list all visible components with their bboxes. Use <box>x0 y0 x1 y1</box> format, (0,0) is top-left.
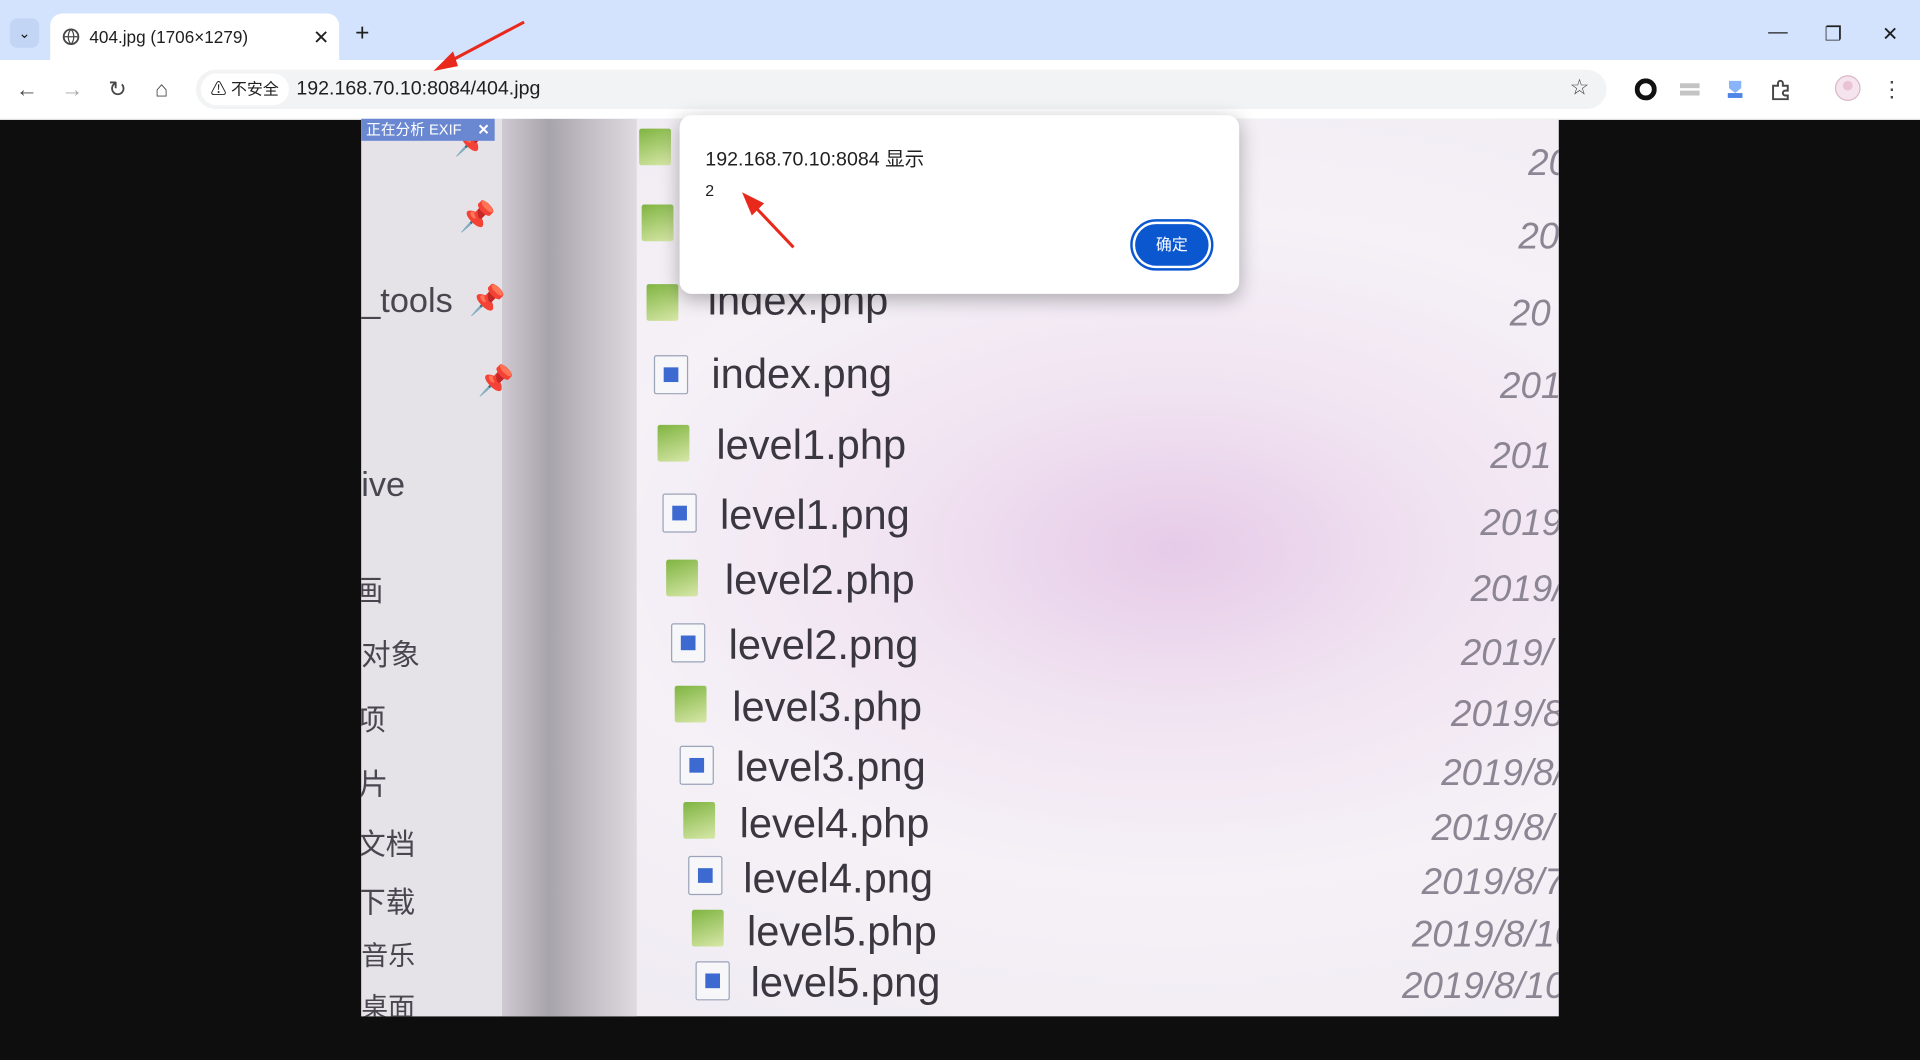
alert-dialog: 192.168.70.10:8084 显示 2 确定 <box>679 115 1240 294</box>
pin-icon: 📌 <box>468 284 506 318</box>
png-file-icon <box>688 855 723 896</box>
file-name: index.png <box>711 351 893 398</box>
tab-title: 404.jpg (1706×1279) <box>89 26 249 47</box>
file-name: level1.php <box>716 422 907 469</box>
photo-side-label: 画 <box>361 567 383 610</box>
reload-button[interactable]: ↻ <box>103 75 132 104</box>
pin-icon: 📌 <box>477 364 515 398</box>
file-name: level1.png <box>720 492 910 539</box>
file-name: level3.php <box>732 684 923 732</box>
photo-side-label: ive <box>361 465 406 504</box>
file-date: 2019/ <box>1470 569 1559 610</box>
home-button[interactable]: ⌂ <box>147 75 176 104</box>
php-file-icon <box>666 559 698 597</box>
extensions-puzzle-icon[interactable] <box>1769 78 1791 101</box>
file-date: 2019 <box>1480 503 1559 544</box>
photo-side-label: 片 <box>361 768 389 803</box>
png-file-icon <box>695 961 730 1001</box>
file-date: 2019/8/ <box>1441 753 1559 794</box>
minimize-button[interactable]: — <box>1768 22 1788 44</box>
photo-side-label: 项 <box>361 696 385 739</box>
png-file-icon <box>679 745 714 785</box>
globe-icon <box>62 28 80 46</box>
php-file-icon <box>691 909 724 947</box>
security-chip[interactable]: ⚠ 不安全 <box>200 73 289 106</box>
php-file-icon <box>639 128 672 166</box>
tab-close-icon[interactable]: ✕ <box>313 26 329 50</box>
exif-badge: 正在分析 EXIF ✕ <box>361 118 495 141</box>
extension-record-icon[interactable] <box>1634 78 1657 101</box>
photo-side-label: _tools <box>361 281 453 320</box>
file-name: level2.png <box>728 622 919 669</box>
tab-search-button[interactable]: ⌄ <box>9 18 40 48</box>
dialog-title: 192.168.70.10:8084 显示 <box>705 149 925 171</box>
png-file-icon <box>671 623 706 663</box>
new-tab-button[interactable]: + <box>355 21 369 45</box>
file-date: 201 <box>1490 435 1552 477</box>
active-tab[interactable]: 404.jpg (1706×1279) ✕ <box>50 13 340 61</box>
warning-icon: ⚠ <box>210 79 227 98</box>
file-date: 20 <box>1528 143 1559 184</box>
exif-label: 正在分析 EXIF <box>366 121 462 139</box>
php-file-icon <box>674 685 707 723</box>
file-date: 2019/8 <box>1451 694 1559 735</box>
file-date: 201 <box>1500 366 1559 407</box>
ok-button-label: 确定 <box>1135 224 1209 266</box>
file-name: level4.png <box>743 855 934 903</box>
menu-kebab-icon[interactable]: ⋮ <box>1877 75 1906 104</box>
png-file-icon <box>653 355 689 395</box>
file-date: 2019/8/10 <box>1402 966 1559 1007</box>
png-file-icon <box>662 493 697 533</box>
ok-button[interactable]: 确定 <box>1130 219 1214 271</box>
tab-strip: ⌄ 404.jpg (1706×1279) ✕ + — ❐ ✕ <box>0 0 1920 61</box>
php-file-icon <box>683 802 716 839</box>
file-date: 2019/8/ <box>1431 808 1555 849</box>
file-date: 2019/8/7 <box>1421 862 1559 903</box>
url-text[interactable]: 192.168.70.10:8084/404.jpg <box>296 78 540 100</box>
exif-close-icon[interactable]: ✕ <box>477 119 489 141</box>
back-button[interactable]: ← <box>12 75 41 104</box>
php-file-icon <box>641 204 674 242</box>
window-close-button[interactable]: ✕ <box>1882 22 1898 46</box>
chevron-down-icon: ⌄ <box>18 24 31 42</box>
dialog-message: 2 <box>705 181 715 200</box>
photo-side-label: 下载 <box>361 886 416 920</box>
extension-translate-icon[interactable] <box>1724 78 1746 100</box>
file-date: 20 <box>1518 216 1559 258</box>
photo-side-label: 音乐 <box>361 940 416 972</box>
php-file-icon <box>646 284 679 321</box>
file-name: level4.php <box>739 800 930 848</box>
file-name: level5.png <box>750 960 941 1007</box>
address-bar[interactable]: ⚠ 不安全 192.168.70.10:8084/404.jpg ☆ <box>195 69 1607 109</box>
bookmark-star-icon[interactable]: ☆ <box>1570 75 1590 101</box>
photo-side-label: 文档 <box>361 828 416 863</box>
photo-scrollbar <box>502 118 637 1017</box>
file-name: level5.php <box>746 908 937 956</box>
pin-icon: 📌 <box>459 200 496 234</box>
restore-button[interactable]: ❐ <box>1825 22 1843 46</box>
forward-button[interactable]: → <box>58 75 87 104</box>
extension-reader-icon[interactable] <box>1679 78 1701 100</box>
photo-side-label: 桌面 <box>361 991 416 1017</box>
file-date: 20 <box>1509 293 1551 335</box>
browser-toolbar: ← → ↻ ⌂ ⚠ 不安全 192.168.70.10:8084/404.jpg… <box>0 60 1920 121</box>
profile-avatar[interactable] <box>1834 75 1861 102</box>
file-name: level2.php <box>724 557 915 604</box>
file-date: 2019/ <box>1460 633 1553 674</box>
file-date: 2019/8/10 <box>1411 914 1559 956</box>
php-file-icon <box>657 424 690 462</box>
security-label: 不安全 <box>230 79 279 98</box>
file-name: level3.png <box>735 744 926 792</box>
photo-side-label: 对象 <box>361 639 421 673</box>
